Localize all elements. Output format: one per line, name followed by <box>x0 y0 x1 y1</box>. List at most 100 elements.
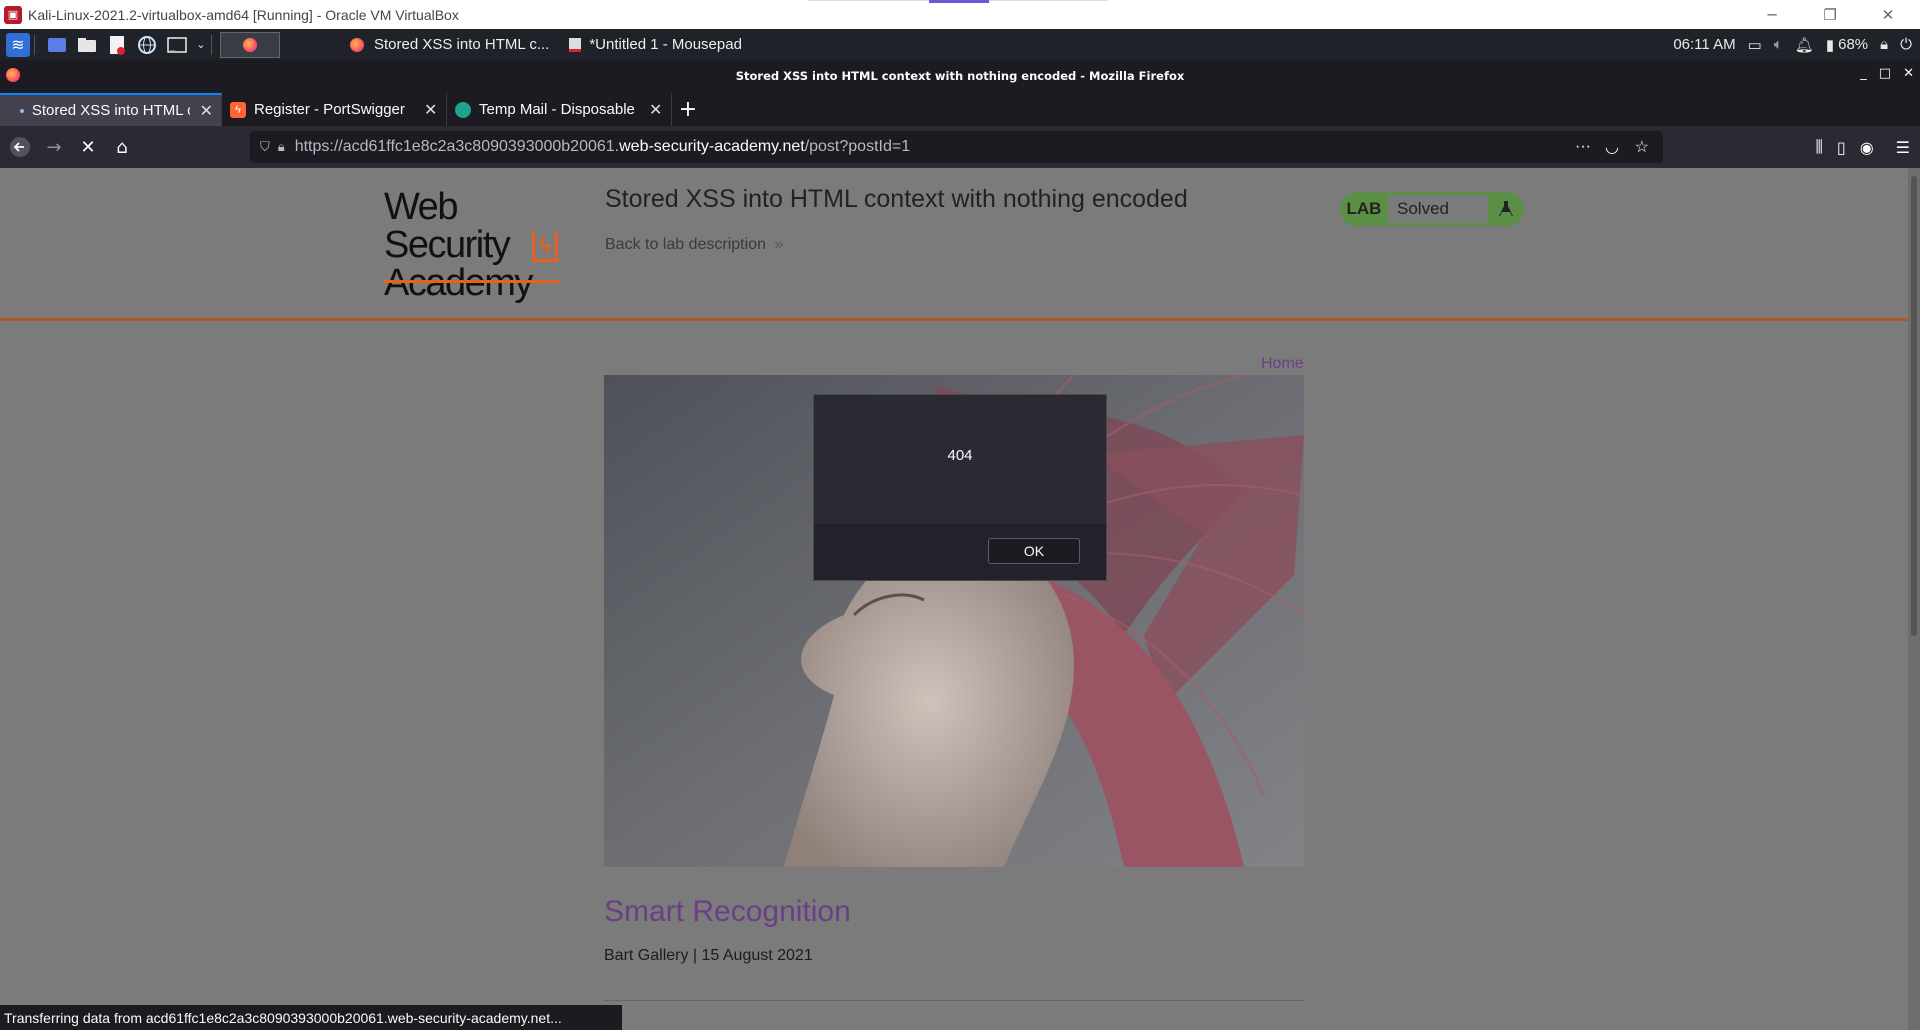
file-manager-icon[interactable] <box>75 33 99 57</box>
lock-icon[interactable]: 🔒︎ <box>1880 36 1888 53</box>
browser-globe-icon[interactable] <box>135 33 159 57</box>
panel-tray: 06:11 AM ▭ 🔈︎ 🔔︎ ▮ 68% 🔒︎ ⏻ <box>1673 29 1912 60</box>
svg-text:_: _ <box>170 42 176 52</box>
taskbar-firefox-label: Stored XSS into HTML c... <box>374 36 550 53</box>
minimize-button[interactable]: ─ <box>1743 0 1801 29</box>
back-arrow-icon[interactable] <box>4 131 36 163</box>
menu-hamburger-icon[interactable]: ☰ <box>1896 138 1910 157</box>
firefox-icon <box>243 37 257 52</box>
page-actions-icon[interactable]: ··· <box>1575 138 1591 156</box>
tab-label: Register - PortSwigger <box>254 101 405 118</box>
titlebar-accent <box>929 0 989 3</box>
notification-bell-icon[interactable]: 🔔︎ <box>1795 36 1814 54</box>
url-prefix: https://acd61ffc1e8c2a3c8090393000b20061… <box>294 138 620 155</box>
tracking-shield-icon[interactable]: ⛉ <box>260 139 270 155</box>
taskbar-firefox[interactable]: Stored XSS into HTML c... <box>340 29 559 60</box>
terminal-icon[interactable]: _ <box>165 33 189 57</box>
back-to-lab-description-link[interactable]: Back to lab description » <box>605 236 783 254</box>
ok-button[interactable]: OK <box>988 538 1080 564</box>
account-icon[interactable]: ◉ <box>1860 138 1874 157</box>
battery-icon: ▮ <box>1825 36 1835 54</box>
restore-button[interactable]: ❐ <box>1801 0 1859 29</box>
loading-dot-icon <box>20 108 24 113</box>
mousepad-icon <box>569 37 582 52</box>
minimize-icon[interactable]: _ <box>1860 66 1867 81</box>
url-host: web-security-academy.net <box>619 138 805 155</box>
portswigger-icon: ϟ <box>230 101 246 118</box>
clock[interactable]: 06:11 AM <box>1673 36 1735 53</box>
flask-icon <box>1488 192 1524 226</box>
back-link-label: Back to lab description <box>605 236 766 253</box>
firefox-window-controls: _ □ ✕ <box>1860 66 1914 81</box>
workspace-icon[interactable] <box>45 33 69 57</box>
text-editor-icon[interactable] <box>105 33 129 57</box>
tab-register-portswigger[interactable]: ϟ Register - PortSwigger ✕ <box>222 93 447 126</box>
logo-underline <box>384 280 559 283</box>
alert-footer: OK <box>814 524 1106 580</box>
battery-indicator[interactable]: ▮ 68% <box>1826 36 1868 54</box>
close-icon[interactable]: ✕ <box>1903 66 1914 81</box>
lightning-icon: ϟ <box>532 232 558 262</box>
tab-label: Temp Mail - Disposable T <box>479 101 639 118</box>
firefox-icon <box>350 37 364 52</box>
post-title: Smart Recognition <box>604 895 851 928</box>
tab-label: Stored XSS into HTML co <box>31 102 190 119</box>
battery-percent: 68% <box>1838 36 1869 53</box>
close-tab-icon[interactable]: ✕ <box>424 100 437 120</box>
power-icon[interactable]: ⏻ <box>1900 36 1912 53</box>
toolbar-right: ⫼ ▯ ◉ ☰ <box>1816 131 1911 163</box>
panel-separator <box>211 34 212 55</box>
vbox-titlebar: ▣ Kali-Linux-2021.2-virtualbox-amd64 [Ru… <box>0 0 1920 29</box>
post-divider <box>604 1000 1304 1001</box>
url-bar[interactable]: ⛉ 🔒︎ https://acd61ffc1e8c2a3c8090393000b… <box>250 131 1663 163</box>
forward-arrow-icon[interactable]: → <box>38 131 70 163</box>
firefox-titlebar: Stored XSS into HTML context with nothin… <box>0 60 1920 91</box>
web-security-academy-logo[interactable]: Web Security Academy ϟ <box>384 188 584 302</box>
lab-title: Stored XSS into HTML context with nothin… <box>605 185 1188 213</box>
display-icon[interactable]: ▭ <box>1748 36 1762 54</box>
kali-panel: ≋ _ ⌄ Stored XSS into HTML c... *Untitle… <box>0 29 1920 60</box>
padlock-icon[interactable]: 🔒︎ <box>278 139 285 155</box>
library-icon[interactable]: ⫼ <box>1816 137 1823 157</box>
double-chevron-icon: » <box>774 236 784 253</box>
firefox-icon <box>6 68 20 82</box>
header-divider <box>0 318 1908 321</box>
vertical-scrollbar[interactable] <box>1908 168 1920 1030</box>
home-link[interactable]: Home <box>1261 355 1304 373</box>
firefox-window-title: Stored XSS into HTML context with nothin… <box>735 68 1185 83</box>
maximize-icon[interactable]: □ <box>1879 66 1891 81</box>
page-viewport: Web Security Academy ϟ Stored XSS into H… <box>0 168 1920 1030</box>
status-bar: Transferring data from acd61ffc1e8c2a3c8… <box>0 1005 622 1030</box>
pocket-icon[interactable]: ◡ <box>1605 137 1619 157</box>
temp-mail-icon <box>455 101 471 118</box>
lab-tag: LAB <box>1346 199 1382 218</box>
chevron-down-icon[interactable]: ⌄ <box>195 33 207 57</box>
home-icon[interactable]: ⌂ <box>106 131 138 163</box>
new-tab-button[interactable]: + <box>672 93 704 126</box>
sidebar-icon[interactable]: ▯ <box>1837 138 1846 157</box>
url-path: /post?postId=1 <box>804 138 911 155</box>
firefox-launcher[interactable] <box>220 31 280 58</box>
taskbar-mousepad[interactable]: *Untitled 1 - Mousepad <box>559 29 752 60</box>
scrollbar-thumb[interactable] <box>1911 176 1917 636</box>
close-button[interactable]: ✕ <box>1859 0 1917 29</box>
taskbar-mousepad-label: *Untitled 1 - Mousepad <box>589 36 742 53</box>
logo-line-2: Academy <box>384 262 533 304</box>
lab-status-badge: LAB Solved <box>1340 192 1524 226</box>
bookmark-star-icon[interactable]: ☆ <box>1635 137 1649 157</box>
virtualbox-icon: ▣ <box>4 5 22 24</box>
kali-menu-icon[interactable]: ≋ <box>6 32 30 57</box>
tab-strip: Stored XSS into HTML co ✕ ϟ Register - P… <box>0 91 1920 126</box>
vbox-window-title: Kali-Linux-2021.2-virtualbox-amd64 [Runn… <box>28 6 459 23</box>
close-tab-icon[interactable]: ✕ <box>200 101 213 121</box>
panel-separator <box>34 34 35 55</box>
alert-message: 404 <box>947 447 973 464</box>
tab-stored-xss[interactable]: Stored XSS into HTML co ✕ <box>0 93 222 126</box>
alert-dialog: 404 OK <box>813 394 1107 581</box>
navigation-toolbar: → ✕ ⌂ ⛉ 🔒︎ https://acd61ffc1e8c2a3c80903… <box>0 126 1920 168</box>
stop-loading-icon[interactable]: ✕ <box>72 131 104 163</box>
volume-icon[interactable]: 🔈︎ <box>1774 36 1783 53</box>
post-meta: Bart Gallery | 15 August 2021 <box>604 947 813 964</box>
close-tab-icon[interactable]: ✕ <box>649 100 662 120</box>
tab-temp-mail[interactable]: Temp Mail - Disposable T ✕ <box>447 93 672 126</box>
